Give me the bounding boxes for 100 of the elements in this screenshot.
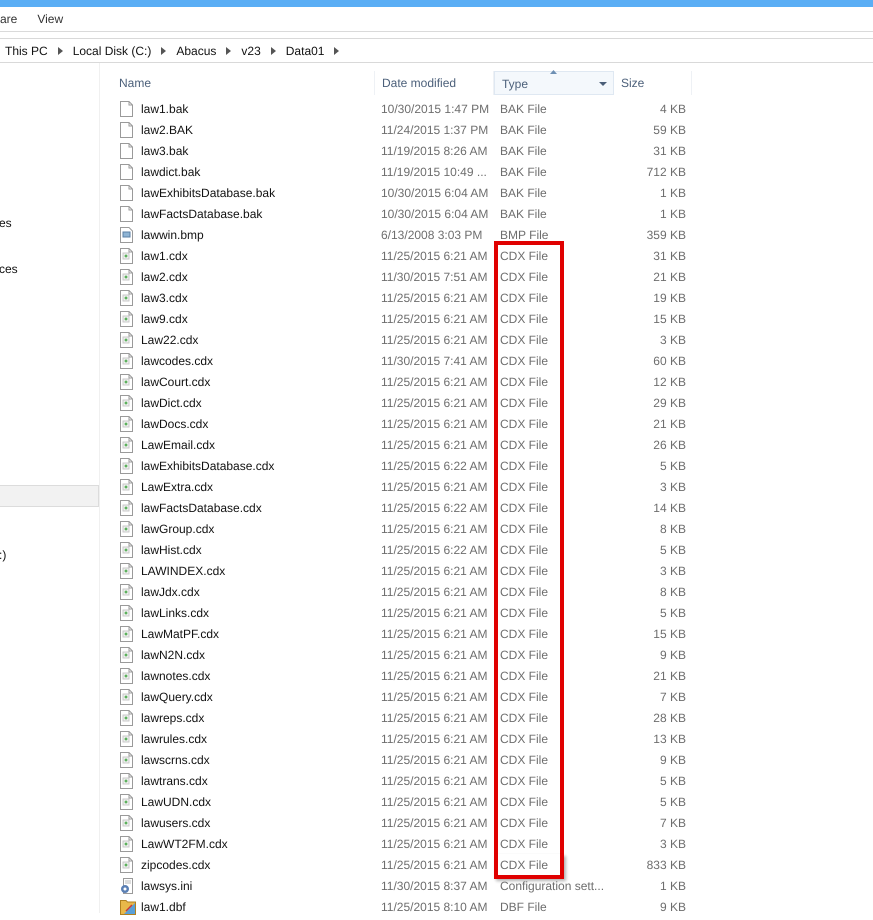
breadcrumb[interactable]: v23 [240, 44, 262, 58]
chevron-right-icon[interactable] [334, 46, 340, 54]
file-name[interactable]: LawMatPF.cdx [141, 626, 220, 640]
date-modified: 6/13/2008 3:03 PM [381, 228, 482, 242]
file-type: CDX File [494, 308, 564, 329]
column-header[interactable]: Name [112, 71, 375, 95]
file-name[interactable]: lawsys.ini [141, 878, 192, 892]
dropdown-caret-icon[interactable] [599, 82, 607, 86]
file-name[interactable]: lawreps.cdx [141, 710, 204, 724]
file-name[interactable]: LawUDN.cdx [141, 794, 212, 808]
file-type: CDX File [494, 413, 564, 434]
file-name[interactable]: lawcodes.cdx [141, 354, 214, 368]
chevron-right-icon[interactable] [161, 46, 166, 54]
file-size: 21 KB [653, 416, 686, 430]
file-name[interactable]: lawtrans.cdx [141, 774, 208, 788]
file-size: 28 KB [653, 710, 686, 724]
file-name[interactable]: lawCourt.cdx [141, 374, 210, 388]
file-name[interactable]: lawExhibitsDatabase.bak [141, 186, 276, 200]
column-header[interactable]: Size [614, 71, 692, 95]
file-name[interactable]: law1.bak [141, 102, 188, 116]
file-size: 3 KB [660, 480, 686, 494]
file-size: 3 KB [660, 332, 686, 346]
file-name[interactable]: law1.dbf [141, 900, 186, 914]
file-name[interactable]: LawEmail.cdx [141, 438, 216, 452]
file-type: CDX File [494, 497, 564, 518]
file-size: 5 KB [660, 542, 686, 556]
file-type: BAK File [499, 206, 548, 222]
file-type: CDX File [494, 350, 564, 371]
file-name[interactable]: law3.cdx [141, 290, 188, 304]
nav-item[interactable]: :) [0, 545, 99, 565]
date-modified: 11/25/2015 6:21 AM [381, 564, 488, 578]
breadcrumb[interactable]: This PC [4, 44, 49, 58]
date-modified: 11/30/2015 7:51 AM [381, 270, 488, 284]
date-modified: 11/25/2015 6:21 AM [381, 374, 488, 388]
file-type: CDX File [494, 770, 564, 791]
date-modified: 11/25/2015 6:21 AM [381, 584, 488, 598]
file-name[interactable]: law2.cdx [141, 270, 188, 284]
file-name[interactable]: lawLinks.cdx [141, 606, 210, 620]
file-type: CDX File [494, 329, 564, 350]
file-name[interactable]: zipcodes.cdx [141, 858, 210, 872]
file-type: CDX File [494, 833, 564, 854]
file-name[interactable]: lawwin.bmp [141, 228, 204, 242]
file-name[interactable]: lawusers.cdx [141, 816, 210, 830]
sort-up-icon [550, 70, 557, 74]
file-type: Configuration sett... [499, 878, 606, 894]
date-modified: 11/25/2015 6:21 AM [381, 290, 488, 304]
file-type: CDX File [494, 241, 564, 266]
file-type: CDX File [494, 539, 564, 560]
file-name[interactable]: law3.bak [141, 144, 188, 158]
file-name[interactable]: lawscrns.cdx [141, 752, 210, 766]
date-modified: 11/25/2015 6:21 AM [381, 480, 488, 494]
breadcrumb[interactable]: Local Disk (C:) [72, 44, 152, 58]
file-name[interactable]: LAWINDEX.cdx [141, 564, 226, 578]
breadcrumb[interactable]: Data01 [284, 44, 326, 58]
file-type: CDX File [494, 623, 564, 644]
file-name[interactable]: LawWT2FM.cdx [141, 836, 228, 850]
file-name[interactable]: lawdict.bak [141, 164, 200, 178]
file-size: 5 KB [660, 774, 686, 788]
file-type: CDX File [494, 644, 564, 665]
ribbon-tab[interactable]: are [0, 12, 22, 26]
file-name[interactable]: Law22.cdx [141, 332, 198, 346]
file-type: CDX File [494, 728, 564, 749]
file-type: BAK File [499, 184, 548, 202]
date-modified: 11/25/2015 6:21 AM [381, 732, 488, 746]
file-size: 29 KB [653, 396, 686, 410]
date-modified: 11/25/2015 6:21 AM [381, 438, 488, 452]
file-size: 5 KB [660, 458, 686, 472]
file-size: 8 KB [660, 522, 686, 536]
date-modified: 11/25/2015 6:21 AM [381, 522, 488, 536]
file-name[interactable]: lawFactsDatabase.cdx [141, 500, 262, 514]
file-name[interactable]: lawFactsDatabase.bak [141, 206, 262, 220]
file-name[interactable]: law2.BAK [141, 122, 194, 136]
chevron-right-icon[interactable] [226, 46, 232, 54]
file-name[interactable]: law1.cdx [141, 248, 188, 262]
ribbon-tab[interactable]: View [37, 12, 68, 26]
file-type: CDX File [494, 287, 564, 308]
chevron-right-icon[interactable] [270, 46, 276, 54]
file-name[interactable]: lawrules.cdx [141, 732, 208, 746]
file-name[interactable]: lawN2N.cdx [141, 648, 206, 662]
file-name[interactable]: law9.cdx [141, 312, 188, 326]
file-name[interactable]: lawnotes.cdx [141, 668, 210, 682]
date-modified: 11/25/2015 6:21 AM [381, 606, 488, 620]
breadcrumb[interactable]: Abacus [175, 44, 218, 58]
file-name[interactable]: lawQuery.cdx [141, 690, 213, 704]
chevron-right-icon[interactable] [58, 46, 63, 54]
file-type: CDX File [494, 392, 564, 413]
file-name[interactable]: LawExtra.cdx [141, 480, 214, 494]
date-modified: 11/25/2015 6:21 AM [381, 648, 488, 662]
date-modified: 11/30/2015 8:37 AM [381, 878, 488, 892]
column-header[interactable]: Type [494, 71, 614, 95]
file-size: 9 KB [660, 900, 686, 914]
file-name[interactable]: lawExhibitsDatabase.cdx [141, 458, 274, 472]
file-name[interactable]: lawDict.cdx [141, 396, 202, 410]
file-name[interactable]: lawDocs.cdx [141, 416, 208, 430]
file-name[interactable]: lawJdx.cdx [141, 584, 200, 598]
address-bar[interactable]: This PC Local Disk (C:) Abacus v23 Data01 [0, 38, 873, 63]
file-size: 19 KB [653, 290, 686, 304]
file-size: 60 KB [653, 354, 686, 368]
file-name[interactable]: lawHist.cdx [141, 542, 202, 556]
file-name[interactable]: lawGroup.cdx [141, 522, 214, 536]
